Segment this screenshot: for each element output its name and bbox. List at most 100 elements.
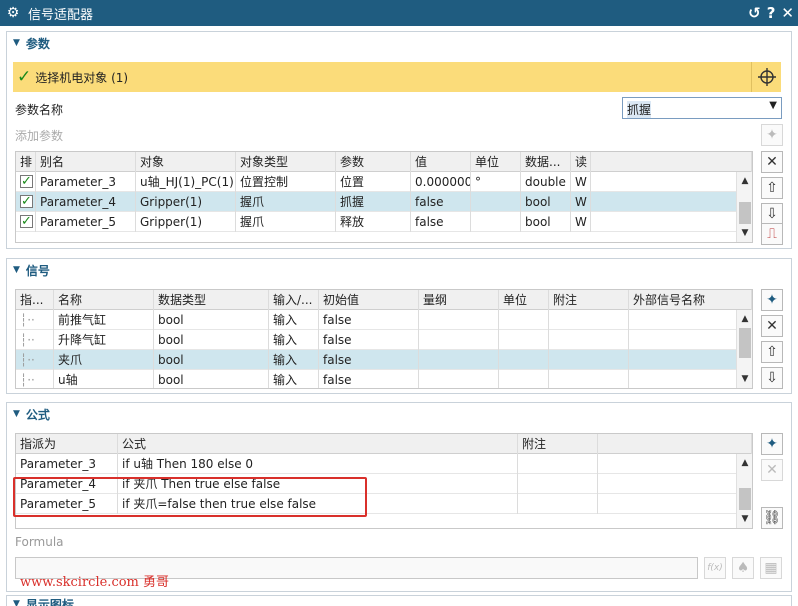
scroll-thumb[interactable] — [739, 488, 751, 510]
cell: bool — [154, 330, 269, 350]
add-formula-button[interactable]: ✦ — [761, 433, 783, 455]
cell: 0.000000 — [411, 172, 471, 192]
table-row[interactable]: ┆·· 前推气缸 bool 输入 false — [16, 310, 752, 330]
scroll-down-icon[interactable]: ▼ — [737, 512, 752, 526]
cell: bool — [521, 212, 571, 232]
cell: bool — [154, 370, 269, 388]
move-down-param-button[interactable]: ⇩ — [761, 203, 783, 225]
cell: false — [319, 330, 419, 350]
row-checkbox[interactable] — [20, 212, 33, 232]
tree-line: ┆·· — [16, 330, 54, 350]
table-row[interactable]: Parameter_3 u轴_HJ(1)_PC(1) 位置控制 位置 0.000… — [16, 172, 752, 192]
row-checkbox[interactable] — [20, 172, 33, 192]
delete-param-button[interactable]: ✕ — [761, 151, 783, 173]
table-row[interactable]: Parameter_4 Gripper(1) 握爪 抓握 false bool … — [16, 192, 752, 212]
scroll-thumb[interactable] — [739, 202, 751, 224]
waveform-button[interactable]: ⎍ — [761, 223, 783, 245]
table-button[interactable]: ▦ — [760, 557, 782, 579]
collapse-triangle-icon: ▼ — [13, 265, 20, 275]
bottom-section-header[interactable]: ▼ 显示图标 — [7, 596, 791, 606]
cell: 升降气缸 — [54, 330, 154, 350]
cell — [471, 212, 521, 232]
scroll-up-icon[interactable]: ▲ — [737, 174, 752, 188]
formula-label: Formula — [15, 535, 64, 549]
table-row[interactable]: ┆·· 升降气缸 bool 输入 false — [16, 330, 752, 350]
col-header[interactable]: 值 — [411, 152, 471, 172]
table-row[interactable]: Parameter_3 if u轴 Then 180 else 0 — [16, 454, 752, 474]
col-header[interactable]: 数据... — [521, 152, 571, 172]
col-header[interactable]: 附注 — [549, 290, 629, 310]
scroll-down-icon[interactable]: ▼ — [737, 226, 752, 240]
cell: 握爪 — [236, 192, 336, 212]
move-up-param-button[interactable]: ⇧ — [761, 177, 783, 199]
params-section-header[interactable]: ▼ 参数 — [7, 32, 791, 54]
col-header[interactable]: 指... — [16, 290, 54, 310]
close-icon[interactable]: ✕ — [781, 4, 794, 22]
add-signal-button[interactable]: ✦ — [761, 289, 783, 311]
table-row[interactable]: ┆·· u轴 bool 输入 false — [16, 370, 752, 388]
fx-button[interactable]: f(x) — [704, 557, 726, 579]
col-header[interactable]: 初始值 — [319, 290, 419, 310]
cell — [419, 370, 499, 388]
table-row[interactable]: Parameter_5 Gripper(1) 握爪 释放 false bool … — [16, 212, 752, 232]
params-table-header: 排 别名 对象 对象类型 参数 值 单位 数据... 读 — [16, 152, 752, 172]
col-header[interactable]: 排 — [16, 152, 36, 172]
row-checkbox[interactable] — [20, 192, 33, 212]
col-header[interactable]: 公式 — [118, 434, 518, 454]
scroll-down-icon[interactable]: ▼ — [737, 372, 752, 386]
cell: Parameter_3 — [16, 454, 118, 474]
highlight-box — [13, 477, 367, 517]
col-header[interactable]: 单位 — [499, 290, 549, 310]
cell: false — [411, 212, 471, 232]
scroll-up-icon[interactable]: ▲ — [737, 312, 752, 326]
cell — [471, 192, 521, 212]
col-header[interactable]: 数据类型 — [154, 290, 269, 310]
col-header[interactable]: 输入/... — [269, 290, 319, 310]
reset-icon[interactable]: ↺ — [748, 4, 761, 22]
col-header[interactable]: 对象 — [136, 152, 236, 172]
delete-signal-button[interactable]: ✕ — [761, 315, 783, 337]
move-up-signal-button[interactable]: ⇧ — [761, 341, 783, 363]
table-row[interactable]: ┆·· 夹爪 bool 输入 false — [16, 350, 752, 370]
link-button[interactable]: ⛓ — [761, 507, 783, 529]
select-object-label: 选择机电对象 (1) — [35, 70, 129, 85]
add-param-label[interactable]: 添加参数 — [15, 127, 63, 144]
col-header[interactable]: 单位 — [471, 152, 521, 172]
help-icon[interactable]: ? — [767, 4, 776, 22]
col-header[interactable]: 量纲 — [419, 290, 499, 310]
crosshair-button[interactable] — [751, 62, 781, 92]
col-header[interactable]: 附注 — [518, 434, 598, 454]
col-header[interactable]: 对象类型 — [236, 152, 336, 172]
col-header[interactable]: 别名 — [36, 152, 136, 172]
cell: Parameter_4 — [36, 192, 136, 212]
col-header[interactable]: 参数 — [336, 152, 411, 172]
cell: 释放 — [336, 212, 411, 232]
title-bar: ⚙ 信号适配器 ↺ ? ✕ — [0, 0, 798, 26]
signals-section-header[interactable]: ▼ 信号 — [7, 259, 791, 281]
cell: u轴 — [54, 370, 154, 388]
params-scrollbar[interactable]: ▲ ▼ — [736, 172, 752, 242]
cell — [549, 370, 629, 388]
cell: Gripper(1) — [136, 212, 236, 232]
param-name-value: 抓握 — [627, 101, 652, 118]
gear-icon[interactable]: ⚙ — [2, 5, 24, 21]
col-header[interactable]: 指派为 — [16, 434, 118, 454]
col-header[interactable]: 外部信号名称 — [629, 290, 752, 310]
param-name-dropdown[interactable]: 抓握 ▼ — [622, 97, 782, 119]
col-header[interactable]: 读 — [571, 152, 591, 172]
formula-scrollbar[interactable]: ▲ ▼ — [736, 454, 752, 528]
add-param-button[interactable]: ✦ — [761, 124, 783, 146]
tree-line: ┆·· — [16, 370, 54, 388]
col-header[interactable]: 名称 — [54, 290, 154, 310]
window-title: 信号适配器 — [28, 7, 94, 23]
select-object-bar[interactable]: ✓ 选择机电对象 (1) — [13, 62, 751, 92]
cell — [629, 330, 752, 350]
signals-scrollbar[interactable]: ▲ ▼ — [736, 310, 752, 388]
move-down-signal-button[interactable]: ⇩ — [761, 367, 783, 389]
scroll-thumb[interactable] — [739, 328, 751, 358]
scroll-up-icon[interactable]: ▲ — [737, 456, 752, 470]
cell: double — [521, 172, 571, 192]
formula-section-header[interactable]: ▼ 公式 — [7, 403, 791, 425]
delete-formula-button[interactable]: ✕ — [761, 459, 783, 481]
tree-button[interactable]: ♠ — [732, 557, 754, 579]
